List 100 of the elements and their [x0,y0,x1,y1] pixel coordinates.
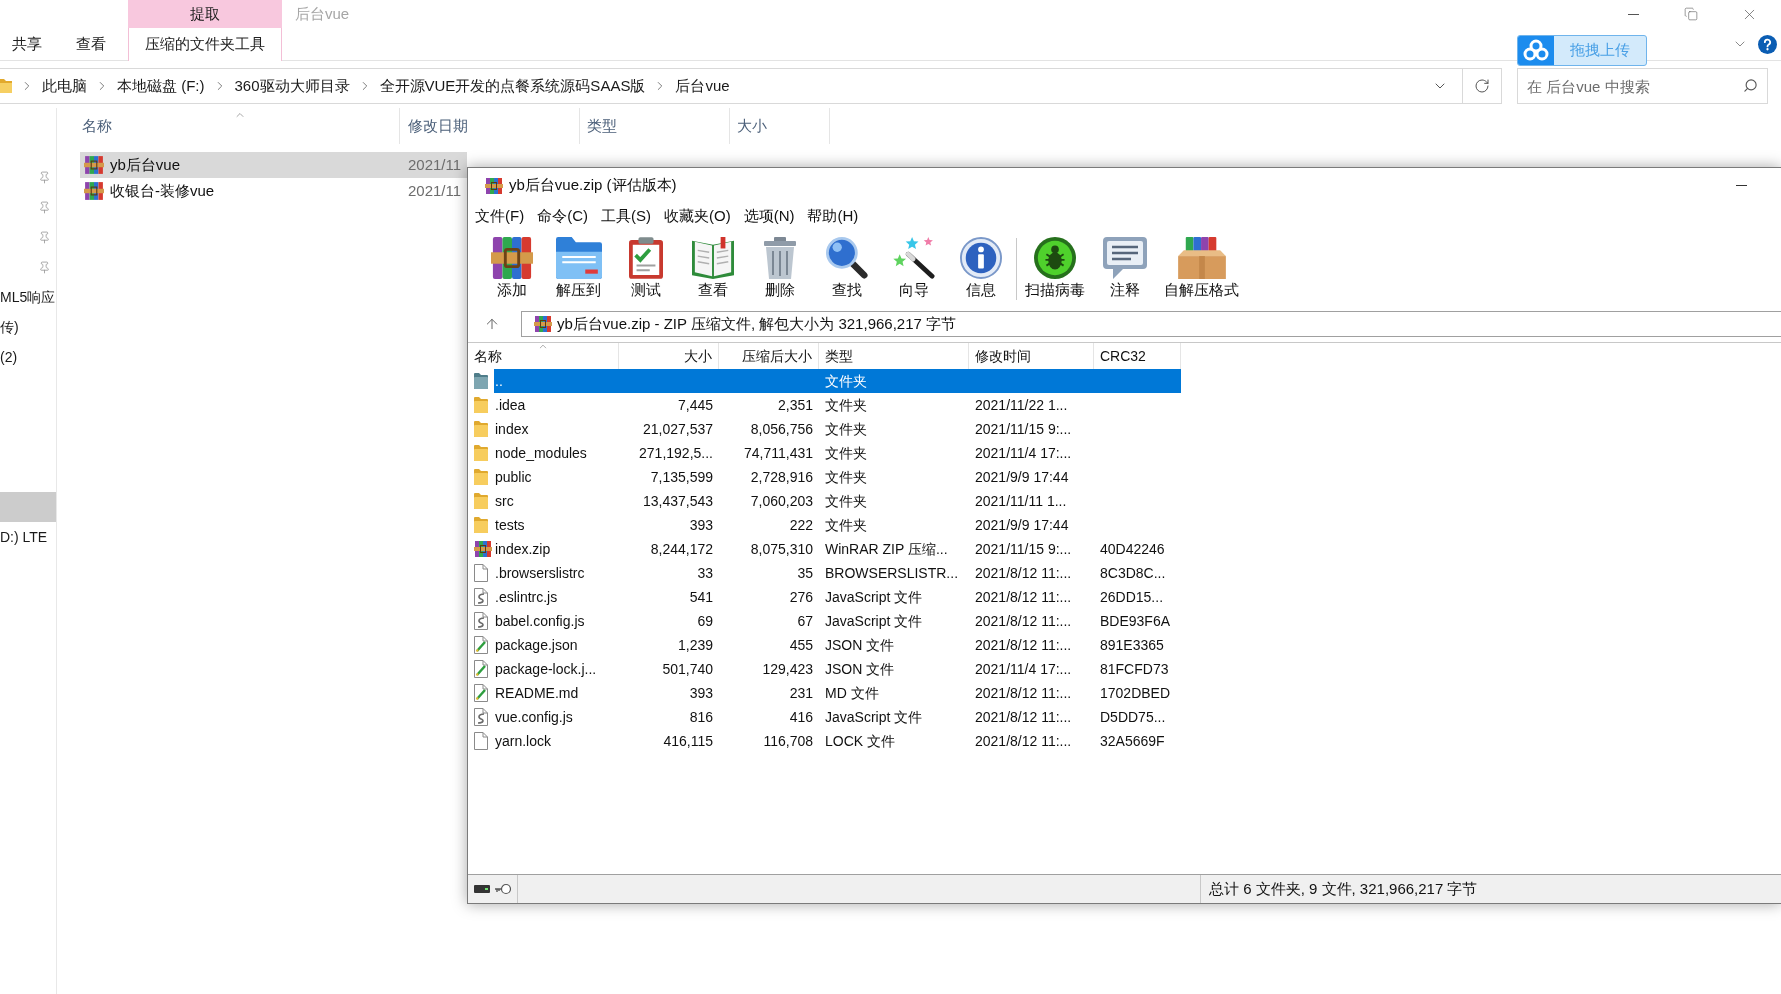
trash-icon [763,237,796,279]
file-row[interactable]: vue.config.js 816 416 JavaScript 文件 2021/8/12 11:... D5DD75... [494,705,1181,729]
packed-size: 116,708 [762,731,814,751]
crc-value: BDE93F6A [1099,611,1172,631]
packed-size: 129,423 [761,659,814,679]
path-field[interactable]: yb后台vue.zip - ZIP 压缩文件, 解包大小为 321,966,217 字节 [521,311,1781,337]
toolbar-button[interactable]: 注释 [1091,236,1158,300]
books-belt-icon [474,541,492,557]
file-name: vue.config.js [494,707,574,727]
file-row[interactable]: src 13,437,543 7,060,203 文件夹 2021/11/11 1... [494,489,1181,513]
folder-icon [474,517,488,533]
crc-value: 26DD15... [1099,587,1165,607]
folder-icon [474,469,488,485]
file-row[interactable]: README.md 393 231 MD 文件 2021/8/12 11:... 1702DBED [494,681,1181,705]
crc-value: 8C3D8C... [1099,563,1167,583]
packed-size: 74,711,431 [742,443,814,463]
modified-time: 2021/11/11 1... [974,491,1068,511]
toolbar-button[interactable]: 添加 [478,236,545,300]
cloud-logo-icon [1518,36,1554,65]
file-size: 69 [696,611,714,631]
file-size: 21,027,537 [641,419,714,439]
address-bar[interactable]: 此电脑 本地磁盘 (F:) 360驱动大师目录 全开源VUE开发的点餐系统源码SAAS版 后台vue [0,68,1463,104]
file-date: 2021/11 [407,154,462,175]
file-type: JavaScript 文件 [824,611,924,631]
file-size: 393 [688,683,714,703]
column-header[interactable]: 修改日期 [400,108,580,144]
status-text: 总计 6 文件夹, 9 文件, 321,966,217 字节 [1208,878,1478,899]
file-type: LOCK 文件 [824,731,896,751]
file-size: 1,239 [676,635,714,655]
toolbar-button[interactable]: 删除 [746,236,813,300]
file-size: 393 [688,515,714,535]
toolbar-button[interactable]: 解压到 [545,236,612,300]
file-row[interactable]: yarn.lock 416,115 116,708 LOCK 文件 2021/8/12 11:... 32A5669F [494,729,1181,753]
nav-item[interactable]: (2) [0,342,56,372]
menu-item[interactable]: 工具(S) [600,205,652,228]
nav-item[interactable]: ML5响应 [0,282,56,312]
toolbar-button[interactable]: 向导 [880,236,947,300]
search-field[interactable]: 在 后台vue 中搜索 [1517,68,1768,104]
breadcrumb-item[interactable]: 本地磁盘 (F:) [117,74,205,98]
menu-item[interactable]: 收藏夹(O) [663,205,732,228]
file-row[interactable]: index 21,027,537 8,056,756 文件夹 2021/11/15 9:... [494,417,1181,441]
clipboard-check-icon [628,237,663,279]
breadcrumb-item[interactable]: 后台vue [675,74,730,98]
file-row[interactable]: index.zip 8,244,172 8,075,310 WinRAR ZIP 压缩... 2021/11/15 9:... 40D42246 [494,537,1181,561]
breadcrumb-item[interactable]: 此电脑 [42,74,87,98]
file-size: 33 [696,563,714,583]
file-name: tests [494,515,526,535]
packed-size: 455 [788,635,814,655]
packed-size: 416 [788,707,814,727]
file-row[interactable]: .browserslistrc 33 35 BROWSERSLISTR... 2021/8/12 11:... 8C3D8C... [494,561,1181,585]
menu-item[interactable]: 选项(N) [742,205,796,228]
file-row[interactable]: node_modules 271,192,5... 74,711,431 文件夹 2021/11/4 17:... [494,441,1181,465]
ribbon-tab[interactable]: 共享 [0,28,54,60]
file-type: 文件夹 [824,467,868,487]
file-name: .idea [494,395,527,415]
file-type: 文件夹 [824,491,868,511]
toolbar-button[interactable]: 信息 [947,236,1014,300]
folder-icon [474,421,488,437]
file-row[interactable]: tests 393 222 文件夹 2021/9/9 17:44 [494,513,1181,537]
file-type: 文件夹 [824,395,868,415]
toolbar-button[interactable]: 查看 [679,236,746,300]
nav-item[interactable]: 传) [0,312,56,342]
books-belt-icon [534,316,552,332]
toolbar-button[interactable]: 查找 [813,236,880,300]
folder-icon [0,79,12,93]
file-name: src [494,491,515,511]
file-name: .. [494,371,504,391]
modified-time: 2021/11/15 9:... [974,539,1073,559]
breadcrumb-item[interactable]: 360驱动大师目录 [234,74,350,98]
column-header[interactable]: 名称 [80,108,400,144]
nav-item[interactable]: D:) LTE [0,522,56,552]
file-row[interactable]: 收银台-装修vue 2021/11 [80,178,467,204]
file-name: public [494,467,533,487]
file-row[interactable]: package.json 1,239 455 JSON 文件 2021/8/12 11:... 891E3365 [494,633,1181,657]
menu-item[interactable]: 帮助(H) [806,205,860,228]
toolbar-button[interactable]: 自解压格式 [1158,236,1245,300]
file-row[interactable]: public 7,135,599 2,728,916 文件夹 2021/9/9 17:44 [494,465,1181,489]
file-row[interactable]: .eslintrc.js 541 276 JavaScript 文件 2021/8/12 11:... 26DD15... [494,585,1181,609]
file-icon [474,732,488,750]
file-row[interactable]: .idea 7,445 2,351 文件夹 2021/11/22 1... [494,393,1181,417]
file-row[interactable]: package-lock.j... 501,740 129,423 JSON 文件 2021/11/4 17:... 81FCFD73 [494,657,1181,681]
breadcrumb-item[interactable]: 全开源VUE开发的点餐系统源码SAAS版 [379,74,646,98]
crc-value: 40D42246 [1099,539,1166,559]
help-icon[interactable] [1758,34,1777,54]
refresh-button[interactable] [1463,68,1502,104]
file-row[interactable]: yb后台vue 2021/11 [80,152,467,178]
file-row[interactable]: .. 文件夹 [494,369,1181,393]
toolbar-button[interactable]: 扫描病毒 [1019,236,1091,300]
file-size: 816 [688,707,714,727]
file-name: yarn.lock [494,731,553,751]
toolbar-button[interactable]: 测试 [612,236,679,300]
menu-item[interactable]: 文件(F) [474,205,526,228]
ribbon-tab[interactable]: 压缩的文件夹工具 [128,28,282,61]
file-pencil-icon [474,684,488,702]
menu-item[interactable]: 命令(C) [536,205,589,228]
ribbon-tab[interactable]: 查看 [64,28,118,60]
magic-wand-icon [892,237,935,279]
column-header[interactable]: 大小 [730,108,830,144]
column-header[interactable]: 类型 [580,108,730,144]
file-row[interactable]: babel.config.js 69 67 JavaScript 文件 2021/8/12 11:... BDE93F6A [494,609,1181,633]
